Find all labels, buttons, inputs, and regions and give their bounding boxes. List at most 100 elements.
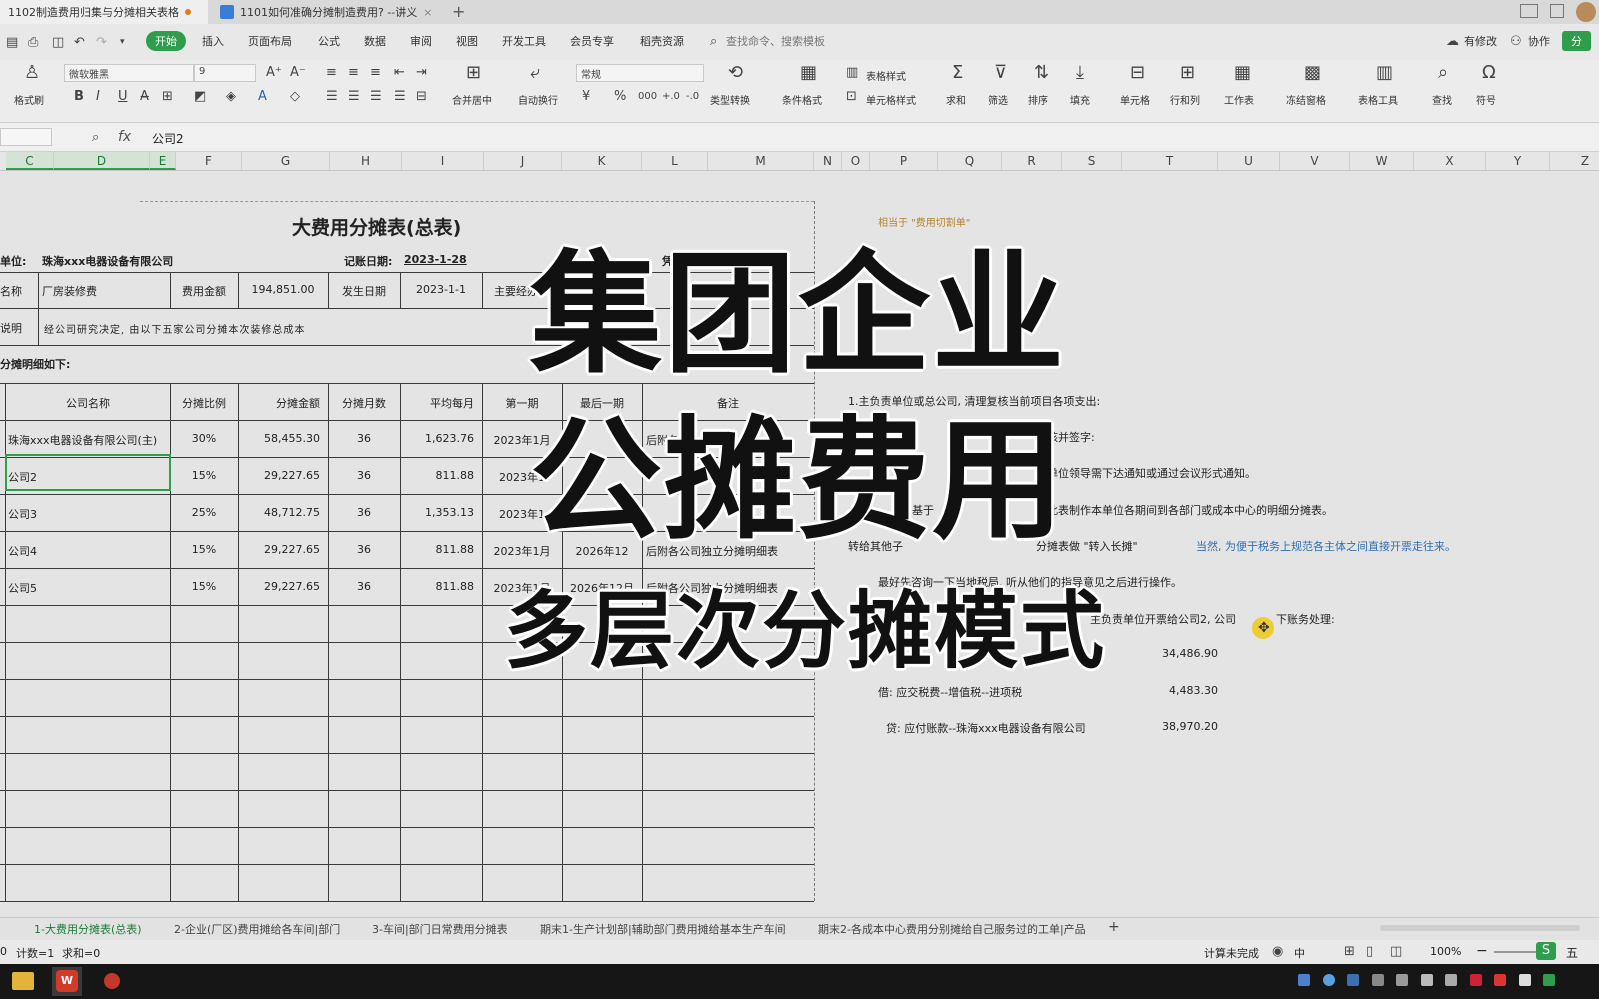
- clear-format-icon[interactable]: ◇: [290, 90, 300, 103]
- sort-button[interactable]: 排序: [1028, 92, 1048, 107]
- menu-dev-tools[interactable]: 开发工具: [502, 33, 546, 49]
- sheet-tab-4[interactable]: 期末1-生产计划部|辅助部门费用摊给基本生产车间: [540, 921, 786, 937]
- table-tools-button[interactable]: 表格工具: [1358, 92, 1398, 107]
- currency-icon[interactable]: ¥: [582, 90, 590, 103]
- row-col-button[interactable]: 行和列: [1170, 92, 1200, 107]
- align-top-icon[interactable]: ≡: [326, 66, 337, 79]
- tray-wps-icon[interactable]: [1543, 974, 1555, 986]
- column-header[interactable]: G: [242, 152, 330, 170]
- menu-review[interactable]: 审阅: [410, 33, 432, 49]
- format-painter-label[interactable]: 格式刷: [14, 92, 44, 107]
- tray-shield-icon[interactable]: [1298, 974, 1310, 986]
- sheet-tab-2[interactable]: 2-企业(厂区)费用摊给各车间|部门: [174, 921, 340, 937]
- cell-button[interactable]: 单元格: [1120, 92, 1150, 107]
- column-header[interactable]: X: [1414, 152, 1486, 170]
- formula-input[interactable]: 公司2: [152, 130, 184, 147]
- menu-member[interactable]: 会员专享: [570, 33, 614, 49]
- column-header[interactable]: D: [54, 152, 150, 170]
- symbol-icon[interactable]: Ω: [1482, 64, 1496, 82]
- align-right-icon[interactable]: ☰: [370, 90, 382, 103]
- page-layout-view-icon[interactable]: ▯: [1366, 945, 1373, 958]
- symbol-button[interactable]: 符号: [1476, 92, 1496, 107]
- menu-page-layout[interactable]: 页面布局: [248, 33, 292, 49]
- percent-icon[interactable]: %: [614, 90, 626, 103]
- page-break-view-icon[interactable]: ◫: [1390, 945, 1402, 958]
- avatar[interactable]: [1576, 2, 1596, 22]
- find-icon[interactable]: ⌕: [1438, 64, 1448, 82]
- table-tools-icon[interactable]: ▥: [1376, 64, 1393, 82]
- menu-home[interactable]: 开始: [146, 31, 186, 51]
- column-header[interactable]: S: [1062, 152, 1122, 170]
- italic-icon[interactable]: I: [96, 90, 100, 103]
- conditional-format-button[interactable]: 条件格式: [782, 92, 822, 107]
- thousands-icon[interactable]: 000: [638, 90, 657, 103]
- name-box[interactable]: [0, 128, 52, 146]
- column-header[interactable]: T: [1122, 152, 1218, 170]
- wps-app-icon[interactable]: W: [56, 970, 78, 992]
- wrap-text-icon[interactable]: ⤶: [530, 64, 540, 82]
- cell-style-button[interactable]: 单元格样式: [866, 92, 916, 107]
- column-header[interactable]: V: [1280, 152, 1350, 170]
- tray-mic-icon[interactable]: [1371, 974, 1384, 986]
- column-header[interactable]: E: [150, 152, 176, 170]
- collab-button[interactable]: 协作: [1528, 33, 1550, 49]
- freeze-panes-icon[interactable]: ▩: [1304, 64, 1321, 82]
- find-button[interactable]: 查找: [1432, 92, 1452, 107]
- align-middle-icon[interactable]: ≡: [348, 66, 359, 79]
- column-header[interactable]: Q: [938, 152, 1002, 170]
- column-header[interactable]: U: [1218, 152, 1280, 170]
- strikethrough-icon[interactable]: A̶: [140, 90, 149, 103]
- preview-icon[interactable]: ◫: [52, 36, 64, 49]
- print-icon[interactable]: ⎙: [28, 36, 38, 49]
- file-explorer-icon[interactable]: [12, 972, 34, 990]
- filter-button[interactable]: 筛选: [988, 92, 1008, 107]
- cell-icon[interactable]: ⊟: [1130, 64, 1145, 82]
- selected-cell[interactable]: [5, 454, 171, 491]
- merge-center-icon[interactable]: ⊞: [466, 64, 481, 82]
- freeze-panes-button[interactable]: 冻结窗格: [1286, 92, 1326, 107]
- tray-network-icon[interactable]: [1396, 974, 1408, 986]
- align-center-icon[interactable]: ☰: [348, 90, 360, 103]
- redo-icon[interactable]: ↷: [96, 36, 107, 49]
- tray-red-icon[interactable]: [1494, 974, 1506, 986]
- align-bottom-icon[interactable]: ≡: [370, 66, 381, 79]
- menu-view[interactable]: 视图: [456, 33, 478, 49]
- sheet-grid[interactable]: 大费用分摊表(总表) 单位: 珠海xxx电器设备有限公司 记账日期: 2023-…: [0, 171, 1599, 916]
- zoom-formula-icon[interactable]: ⌕: [92, 131, 99, 144]
- font-size-select[interactable]: 9: [194, 64, 256, 82]
- decrease-font-icon[interactable]: A⁻: [290, 66, 306, 79]
- chevron-down-icon[interactable]: ▾: [120, 36, 125, 49]
- column-header[interactable]: L: [642, 152, 708, 170]
- cell-format-icon[interactable]: ◩: [194, 90, 206, 103]
- tray-cloud-icon[interactable]: [1322, 974, 1335, 986]
- cell-style-icon[interactable]: ⊡: [846, 90, 857, 103]
- column-header[interactable]: F: [176, 152, 242, 170]
- sort-icon[interactable]: ⇅: [1034, 64, 1049, 82]
- bold-icon[interactable]: B: [74, 90, 84, 103]
- align-left-icon[interactable]: ☰: [326, 90, 338, 103]
- distribute-icon[interactable]: ⊟: [416, 90, 427, 103]
- column-header[interactable]: I: [402, 152, 484, 170]
- grid-apps-icon[interactable]: [1550, 4, 1564, 18]
- command-search[interactable]: 查找命令、搜索模板: [726, 33, 825, 49]
- file-icon[interactable]: ▤: [6, 36, 18, 49]
- column-header[interactable]: C: [6, 152, 54, 170]
- recorder-app-icon[interactable]: [104, 973, 120, 989]
- increase-decimal-icon[interactable]: +.0: [662, 90, 680, 103]
- menu-docer[interactable]: 稻壳资源: [640, 33, 684, 49]
- column-header[interactable]: K: [562, 152, 642, 170]
- tray-display-icon[interactable]: [1445, 974, 1457, 986]
- menu-insert[interactable]: 插入: [202, 33, 224, 49]
- indent-increase-icon[interactable]: ⇥: [416, 66, 427, 79]
- format-painter-icon[interactable]: ♙: [24, 64, 40, 82]
- close-tab-icon[interactable]: ×: [423, 6, 432, 19]
- column-header[interactable]: R: [1002, 152, 1062, 170]
- column-header[interactable]: H: [330, 152, 402, 170]
- share-button[interactable]: 分: [1562, 31, 1591, 51]
- menu-formula[interactable]: 公式: [318, 33, 340, 49]
- wrap-text-button[interactable]: 自动换行: [518, 92, 558, 107]
- doc-tab[interactable]: 1101如何准确分摊制造费用? --讲义 ×: [212, 0, 442, 24]
- font-color-icon[interactable]: A: [258, 90, 267, 103]
- worksheet-button[interactable]: 工作表: [1224, 92, 1254, 107]
- tray-pdf-icon[interactable]: [1469, 974, 1482, 986]
